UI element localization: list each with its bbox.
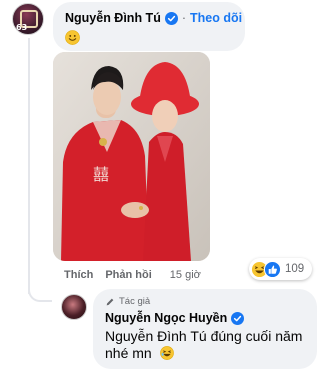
comment-author-name[interactable]: Nguyễn Đình Tú — [65, 11, 161, 25]
reply-bubble: Tác giả Nguyễn Ngọc Huyền Nguyễn Đình Tú… — [93, 289, 317, 369]
thread-connector — [28, 282, 52, 302]
smiley-emoji-icon — [65, 30, 80, 45]
reply-text: Nguyễn Đình Tú đúng cuối năm nhé mn — [105, 328, 310, 362]
reactions-summary[interactable]: 109 — [249, 258, 313, 280]
separator-dot: · — [181, 11, 186, 25]
reaction-count: 109 — [285, 263, 305, 275]
like-button[interactable]: Thích — [64, 269, 93, 281]
author-tag: Tác giả — [105, 296, 150, 307]
comment-actions: Thích Phản hồi 15 giờ — [64, 269, 201, 281]
reply-avatar[interactable] — [61, 294, 87, 320]
like-reaction-icon — [264, 260, 281, 278]
pencil-icon — [106, 298, 114, 305]
reply-text-content: Nguyễn Đình Tú đúng cuối năm nhé mn — [105, 328, 303, 361]
avatar[interactable]: 63 — [12, 3, 44, 35]
verified-badge-icon — [231, 311, 245, 325]
follow-button[interactable]: Theo dõi — [190, 11, 242, 25]
comment-photo[interactable]: 囍 — [53, 52, 210, 261]
reply-button[interactable]: Phản hồi — [105, 269, 151, 281]
reply-author-name[interactable]: Nguyễn Ngọc Huyền — [105, 311, 227, 325]
author-tag-label: Tác giả — [119, 296, 151, 307]
reply-author-row: Nguyễn Ngọc Huyền — [105, 311, 245, 325]
comment-timestamp[interactable]: 15 giờ — [170, 269, 201, 281]
comment-author-row: Nguyễn Đình Tú · Theo dõi — [65, 11, 242, 25]
svg-text:囍: 囍 — [93, 165, 109, 184]
couple-photo-illustration: 囍 — [53, 52, 210, 261]
thread-line — [28, 38, 30, 294]
avatar-badge: 63 — [16, 23, 28, 32]
verified-badge-icon — [164, 11, 178, 25]
laughing-emoji-icon — [159, 346, 174, 360]
comment-bubble: Nguyễn Đình Tú · Theo dõi — [53, 2, 245, 51]
